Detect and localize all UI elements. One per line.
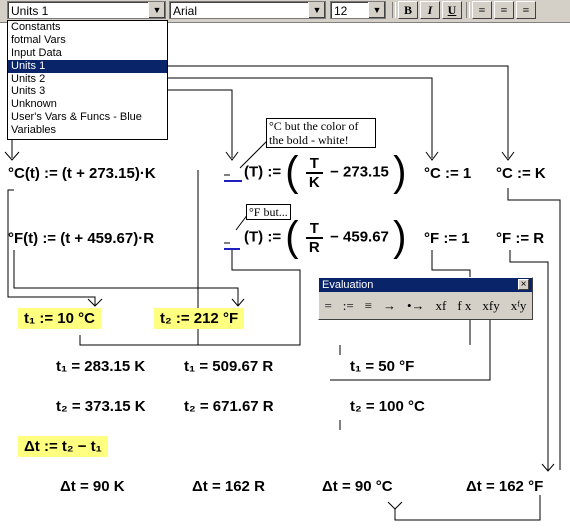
left-paren: ( <box>285 148 299 196</box>
list-item-selected[interactable]: Units 1 <box>8 59 167 73</box>
fraction-numerator: T <box>305 220 323 239</box>
t1-kelvin-result[interactable]: t₁ = 283.15 K <box>56 358 145 375</box>
delta-t-rankine-result[interactable]: Δt = 162 R <box>192 478 265 495</box>
evaluation-title: Evaluation <box>322 279 374 291</box>
t2-celsius-result[interactable]: t₂ = 100 °C <box>350 398 425 415</box>
celsius-inverse-fraction: T K <box>305 155 323 191</box>
t1-fahrenheit-result[interactable]: t₁ = 50 °F <box>350 358 414 375</box>
evaluation-buttons: = := ≡ → •→ xf f x xfy xᶠy <box>319 292 532 314</box>
delta-t-kelvin-result[interactable]: Δt = 90 K <box>60 478 125 495</box>
evaluation-title-bar[interactable]: Evaluation × <box>319 278 532 292</box>
list-item[interactable]: Input Data <box>8 47 167 60</box>
align-right-button[interactable]: ≡ <box>516 1 536 19</box>
fahrenheit-inverse-offset: − 459.67 <box>330 228 389 246</box>
toolbar-separator <box>392 2 396 18</box>
celsius-inverse-lhs: (T) := <box>244 163 282 181</box>
style-dropdown-list[interactable]: Constants fotmal Vars Input Data Units 1… <box>7 20 168 140</box>
style-combo-value: Units 1 <box>11 4 49 18</box>
delta-t-fahrenheit-result[interactable]: Δt = 162 °F <box>466 478 543 495</box>
celsius-inverse-def[interactable]: (T) := ( T K − 273.15 ) <box>244 148 407 196</box>
list-item[interactable]: User's Vars & Funcs - Blue <box>8 111 167 124</box>
fahrenheit-inverse-fraction: T R <box>305 220 323 256</box>
t2-kelvin-result[interactable]: t₂ = 373.15 K <box>56 398 146 415</box>
list-item[interactable]: Constants <box>8 21 167 34</box>
bold-button[interactable]: B <box>398 1 418 19</box>
eval-equals-button[interactable]: = <box>324 298 331 314</box>
chevron-down-icon[interactable]: ▼ <box>308 2 325 18</box>
align-center-icon: ≡ <box>500 3 508 17</box>
celsius-inverse-offset: − 273.15 <box>330 163 389 181</box>
celsius-function-def[interactable]: °C(t) := (t + 273.15)·K <box>8 165 156 182</box>
eval-treefix-button[interactable]: xᶠy <box>511 298 527 314</box>
eval-postfix-button[interactable]: xf <box>436 298 447 314</box>
list-item[interactable]: fotmal Vars <box>8 34 167 47</box>
list-item[interactable]: Unknown <box>8 98 167 111</box>
celsius-unit-def[interactable]: °C := 1 <box>424 165 471 182</box>
eval-infix-button[interactable]: xfy <box>482 298 499 314</box>
fraction-numerator: T <box>305 155 323 174</box>
t1-assignment[interactable]: t₁ := 10 °C <box>18 308 101 329</box>
fahrenheit-rankine-def[interactable]: °F := R <box>496 230 544 247</box>
italic-button[interactable]: I <box>420 1 440 19</box>
t2-assignment[interactable]: t₂ := 212 °F <box>154 308 245 329</box>
delta-t-celsius-result[interactable]: Δt = 90 °C <box>322 478 393 495</box>
fraction-denominator: K <box>308 173 320 191</box>
font-combo-value: Arial <box>173 4 198 18</box>
right-paren: ) <box>393 148 407 196</box>
celsius-note: °C but the color of the bold - white! <box>266 118 376 148</box>
fahrenheit-inverse-lhs: (T) := <box>244 228 282 246</box>
fahrenheit-function-def[interactable]: °F(t) := (t + 459.67)·R <box>8 230 154 247</box>
delta-t-assignment[interactable]: Δt := t₂ − t₁ <box>18 436 108 457</box>
size-combo-value: 12 <box>334 4 348 18</box>
t2-rankine-result[interactable]: t₂ = 671.67 R <box>184 398 274 415</box>
eval-prefix-button[interactable]: f x <box>457 298 471 314</box>
eval-keyword-symbolic-button[interactable]: •→ <box>407 298 425 314</box>
fahrenheit-unit-def[interactable]: °F := 1 <box>424 230 470 247</box>
fraction-denominator: R <box>308 238 320 256</box>
size-combo[interactable]: 12 ▼ <box>330 1 386 19</box>
eval-define-button[interactable]: := <box>343 298 354 314</box>
list-item[interactable]: Variables <box>8 124 167 137</box>
align-center-button[interactable]: ≡ <box>494 1 514 19</box>
list-item[interactable]: Units 3 <box>8 85 167 98</box>
font-combo[interactable]: Arial ▼ <box>169 1 326 19</box>
celsius-kelvin-def[interactable]: °C := K <box>496 165 546 182</box>
close-icon[interactable]: × <box>518 279 529 290</box>
underline-button[interactable]: U <box>442 1 462 19</box>
toolbar-separator <box>466 2 470 18</box>
chevron-down-icon[interactable]: ▼ <box>368 2 385 18</box>
t1-rankine-result[interactable]: t₁ = 509.67 R <box>184 358 273 375</box>
list-item[interactable]: Units 2 <box>8 73 167 86</box>
eval-symbolic-button[interactable]: → <box>383 298 396 314</box>
evaluation-toolbar: Evaluation × = := ≡ → •→ xf f x xfy xᶠy <box>318 277 533 320</box>
align-right-icon: ≡ <box>522 3 530 17</box>
right-paren: ) <box>393 213 407 261</box>
align-left-icon: ≡ <box>478 3 486 17</box>
left-paren: ( <box>285 213 299 261</box>
chevron-down-icon[interactable]: ▼ <box>148 2 165 18</box>
style-combo[interactable]: Units 1 ▼ <box>7 1 166 19</box>
eval-global-define-button[interactable]: ≡ <box>365 298 372 314</box>
fahrenheit-inverse-def[interactable]: (T) := ( T R − 459.67 ) <box>244 213 407 261</box>
align-left-button[interactable]: ≡ <box>472 1 492 19</box>
